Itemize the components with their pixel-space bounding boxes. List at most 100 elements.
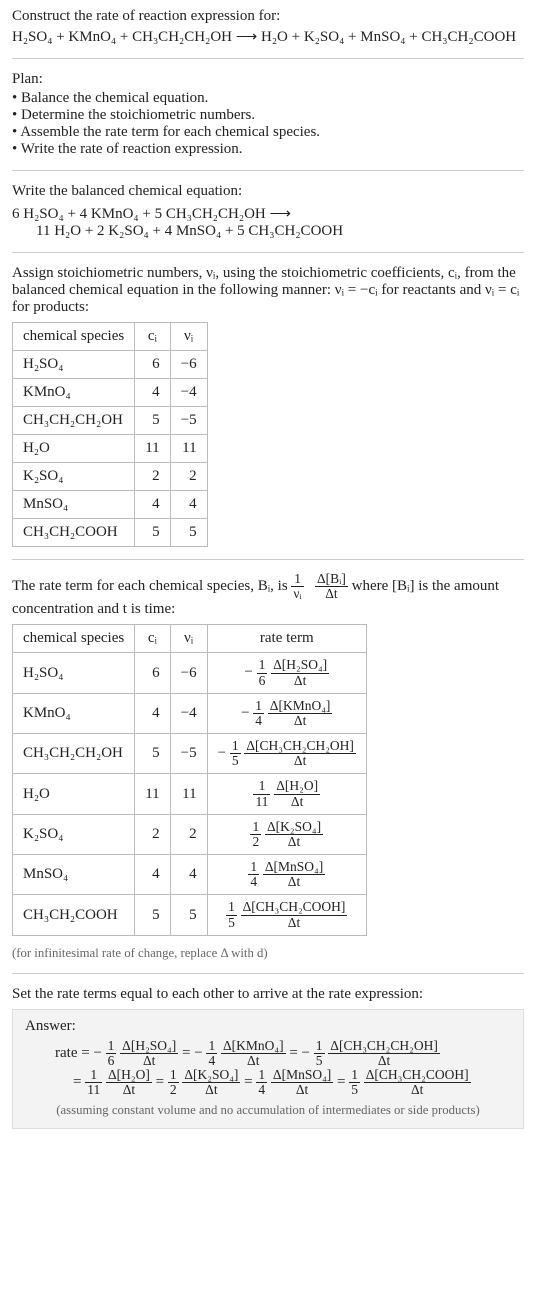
- table-cell: 4: [135, 693, 170, 733]
- table-row: H₂SO₄6−6− 16 Δ[H₂SO₄]Δt: [13, 653, 367, 693]
- divider: [12, 973, 524, 974]
- balanced-title: Write the balanced chemical equation:: [12, 183, 524, 200]
- table-cell: 2: [170, 463, 207, 491]
- fraction: 111: [85, 1068, 102, 1097]
- set-equal-text: Set the rate terms equal to each other t…: [12, 986, 524, 1003]
- table-cell: CH₃CH₂CH₂OH: [13, 734, 135, 774]
- table-row: K₂SO₄22 12 Δ[K₂SO₄]Δt: [13, 814, 367, 854]
- table-cell: − 14 Δ[KMnO₄]Δt: [207, 693, 366, 733]
- table-cell: K₂SO₄: [13, 814, 135, 854]
- table-cell: 12 Δ[K₂SO₄]Δt: [207, 814, 366, 854]
- table-cell: 5: [135, 734, 170, 774]
- table-row: MnSO₄44: [13, 491, 208, 519]
- table-row: KMnO₄4−4: [13, 379, 208, 407]
- answer-expression: rate = − 16 Δ[H₂SO₄]Δt = − 14 Δ[KMnO₄]Δt…: [25, 1039, 511, 1098]
- rate-term: − 14 Δ[KMnO₄]Δt: [194, 1045, 285, 1061]
- rate-term: − 15 Δ[CH₃CH₂CH₂OH]Δt: [218, 745, 356, 761]
- table-cell: − 16 Δ[H₂SO₄]Δt: [207, 653, 366, 693]
- table-cell: − 15 Δ[CH₃CH₂CH₂OH]Δt: [207, 734, 366, 774]
- table-row: KMnO₄4−4− 14 Δ[KMnO₄]Δt: [13, 693, 367, 733]
- answer-box: Answer: rate = − 16 Δ[H₂SO₄]Δt = − 14 Δ[…: [12, 1009, 524, 1130]
- table-cell: H₂SO₄: [13, 351, 135, 379]
- table-cell: 2: [135, 463, 170, 491]
- table-cell: 4: [135, 491, 170, 519]
- table-cell: CH₃CH₂CH₂OH: [13, 407, 135, 435]
- rate-term-text: The rate term for each chemical species,…: [12, 572, 524, 618]
- table-cell: K₂SO₄: [13, 463, 135, 491]
- table-cell: 4: [170, 491, 207, 519]
- table-row: CH₃CH₂CH₂OH5−5: [13, 407, 208, 435]
- table-cell: KMnO₄: [13, 379, 135, 407]
- fraction: 16: [106, 1039, 117, 1068]
- table-header: rate term: [207, 625, 366, 653]
- rate-delta-frac: Δ[Bᵢ] Δt: [315, 572, 348, 601]
- rate-term: 14 Δ[MnSO₄]Δt: [256, 1074, 333, 1090]
- table-cell: 4: [135, 855, 170, 895]
- fraction: 14: [253, 699, 264, 728]
- table-cell: 15 Δ[CH₃CH₂COOH]Δt: [207, 895, 366, 935]
- table-cell: −5: [170, 734, 207, 774]
- fraction: Δ[KMnO₄]Δt: [268, 699, 333, 728]
- table-cell: 11: [170, 435, 207, 463]
- rate-term: − 14 Δ[KMnO₄]Δt: [241, 705, 332, 721]
- fraction: 12: [168, 1068, 179, 1097]
- fraction: 15: [230, 739, 241, 768]
- balanced-line2: 11 H₂O + 2 K₂SO₄ + 4 MnSO₄ + 5 CH₃CH₂COO…: [12, 223, 524, 240]
- fraction: 111: [253, 779, 270, 808]
- rate-term: 12 Δ[K₂SO₄]Δt: [168, 1074, 241, 1090]
- table-cell: 2: [135, 814, 170, 854]
- table-cell: −6: [170, 351, 207, 379]
- table-row: CH₃CH₂CH₂OH5−5 − 15 Δ[CH₃CH₂CH₂OH]Δt: [13, 734, 367, 774]
- fraction: Δ[H₂O]Δt: [274, 779, 320, 808]
- frac-den: Δt: [315, 587, 348, 601]
- fraction: 12: [250, 820, 261, 849]
- fraction: 16: [257, 658, 268, 687]
- fraction: 15: [226, 900, 237, 929]
- fraction: Δ[H₂SO₄]Δt: [271, 658, 329, 687]
- rate-term: 111 Δ[H₂O]Δt: [253, 785, 320, 801]
- rate-term: 15 Δ[CH₃CH₂COOH]Δt: [226, 907, 347, 923]
- table-cell: −4: [170, 379, 207, 407]
- table-cell: MnSO₄: [13, 855, 135, 895]
- fraction: Δ[CH₃CH₂COOH]Δt: [241, 900, 348, 929]
- stoich-text: Assign stoichiometric numbers, νᵢ, using…: [12, 265, 524, 316]
- rate-term: − 16 Δ[H₂SO₄]Δt: [93, 1045, 178, 1061]
- table-row: CH₃CH₂COOH55 15 Δ[CH₃CH₂COOH]Δt: [13, 895, 367, 935]
- table-cell: 11: [135, 774, 170, 814]
- fraction: 14: [256, 1068, 267, 1097]
- answer-footnote: (assuming constant volume and no accumul…: [25, 1103, 511, 1118]
- fraction: Δ[KMnO₄]Δt: [221, 1039, 286, 1068]
- fraction: 14: [206, 1039, 217, 1068]
- divider: [12, 58, 524, 59]
- plan-item: Balance the chemical equation.: [12, 90, 524, 107]
- plan-item: Assemble the rate term for each chemical…: [12, 124, 524, 141]
- fraction: Δ[CH₃CH₂CH₂OH]Δt: [328, 1039, 440, 1068]
- fraction: Δ[H₂SO₄]Δt: [120, 1039, 178, 1068]
- table-cell: H₂O: [13, 774, 135, 814]
- plan-list: Balance the chemical equation. Determine…: [12, 90, 524, 158]
- plan-item: Write the rate of reaction expression.: [12, 141, 524, 158]
- table-row: H₂SO₄6−6: [13, 351, 208, 379]
- table-row: H₂O1111: [13, 435, 208, 463]
- table-cell: CH₃CH₂COOH: [13, 519, 135, 547]
- table-cell: 5: [170, 519, 207, 547]
- stoich-table: chemical species cᵢ νᵢ H₂SO₄6−6 KMnO₄4−4…: [12, 322, 208, 547]
- table-header: chemical species: [13, 625, 135, 653]
- table-cell: −5: [170, 407, 207, 435]
- table-cell: −4: [170, 693, 207, 733]
- fraction: Δ[H₂O]Δt: [106, 1068, 152, 1097]
- fraction: Δ[CH₃CH₂CH₂OH]Δt: [244, 739, 356, 768]
- table-cell: 5: [135, 519, 170, 547]
- fraction: 15: [314, 1039, 325, 1068]
- balanced-line1: 6 H₂SO₄ + 4 KMnO₄ + 5 CH₃CH₂CH₂OH ⟶: [12, 204, 524, 223]
- table-cell: 4: [170, 855, 207, 895]
- table-header: νᵢ: [170, 625, 207, 653]
- frac-num: Δ[Bᵢ]: [315, 572, 348, 587]
- table-cell: 111 Δ[H₂O]Δt: [207, 774, 366, 814]
- rate-term-table: chemical species cᵢ νᵢ rate term H₂SO₄6−…: [12, 624, 367, 935]
- divider: [12, 170, 524, 171]
- rate-term: − 15 Δ[CH₃CH₂CH₂OH]Δt: [302, 1045, 440, 1061]
- table-header: cᵢ: [135, 625, 170, 653]
- rate-term: 14 Δ[MnSO₄]Δt: [248, 866, 325, 882]
- plan-item: Determine the stoichiometric numbers.: [12, 107, 524, 124]
